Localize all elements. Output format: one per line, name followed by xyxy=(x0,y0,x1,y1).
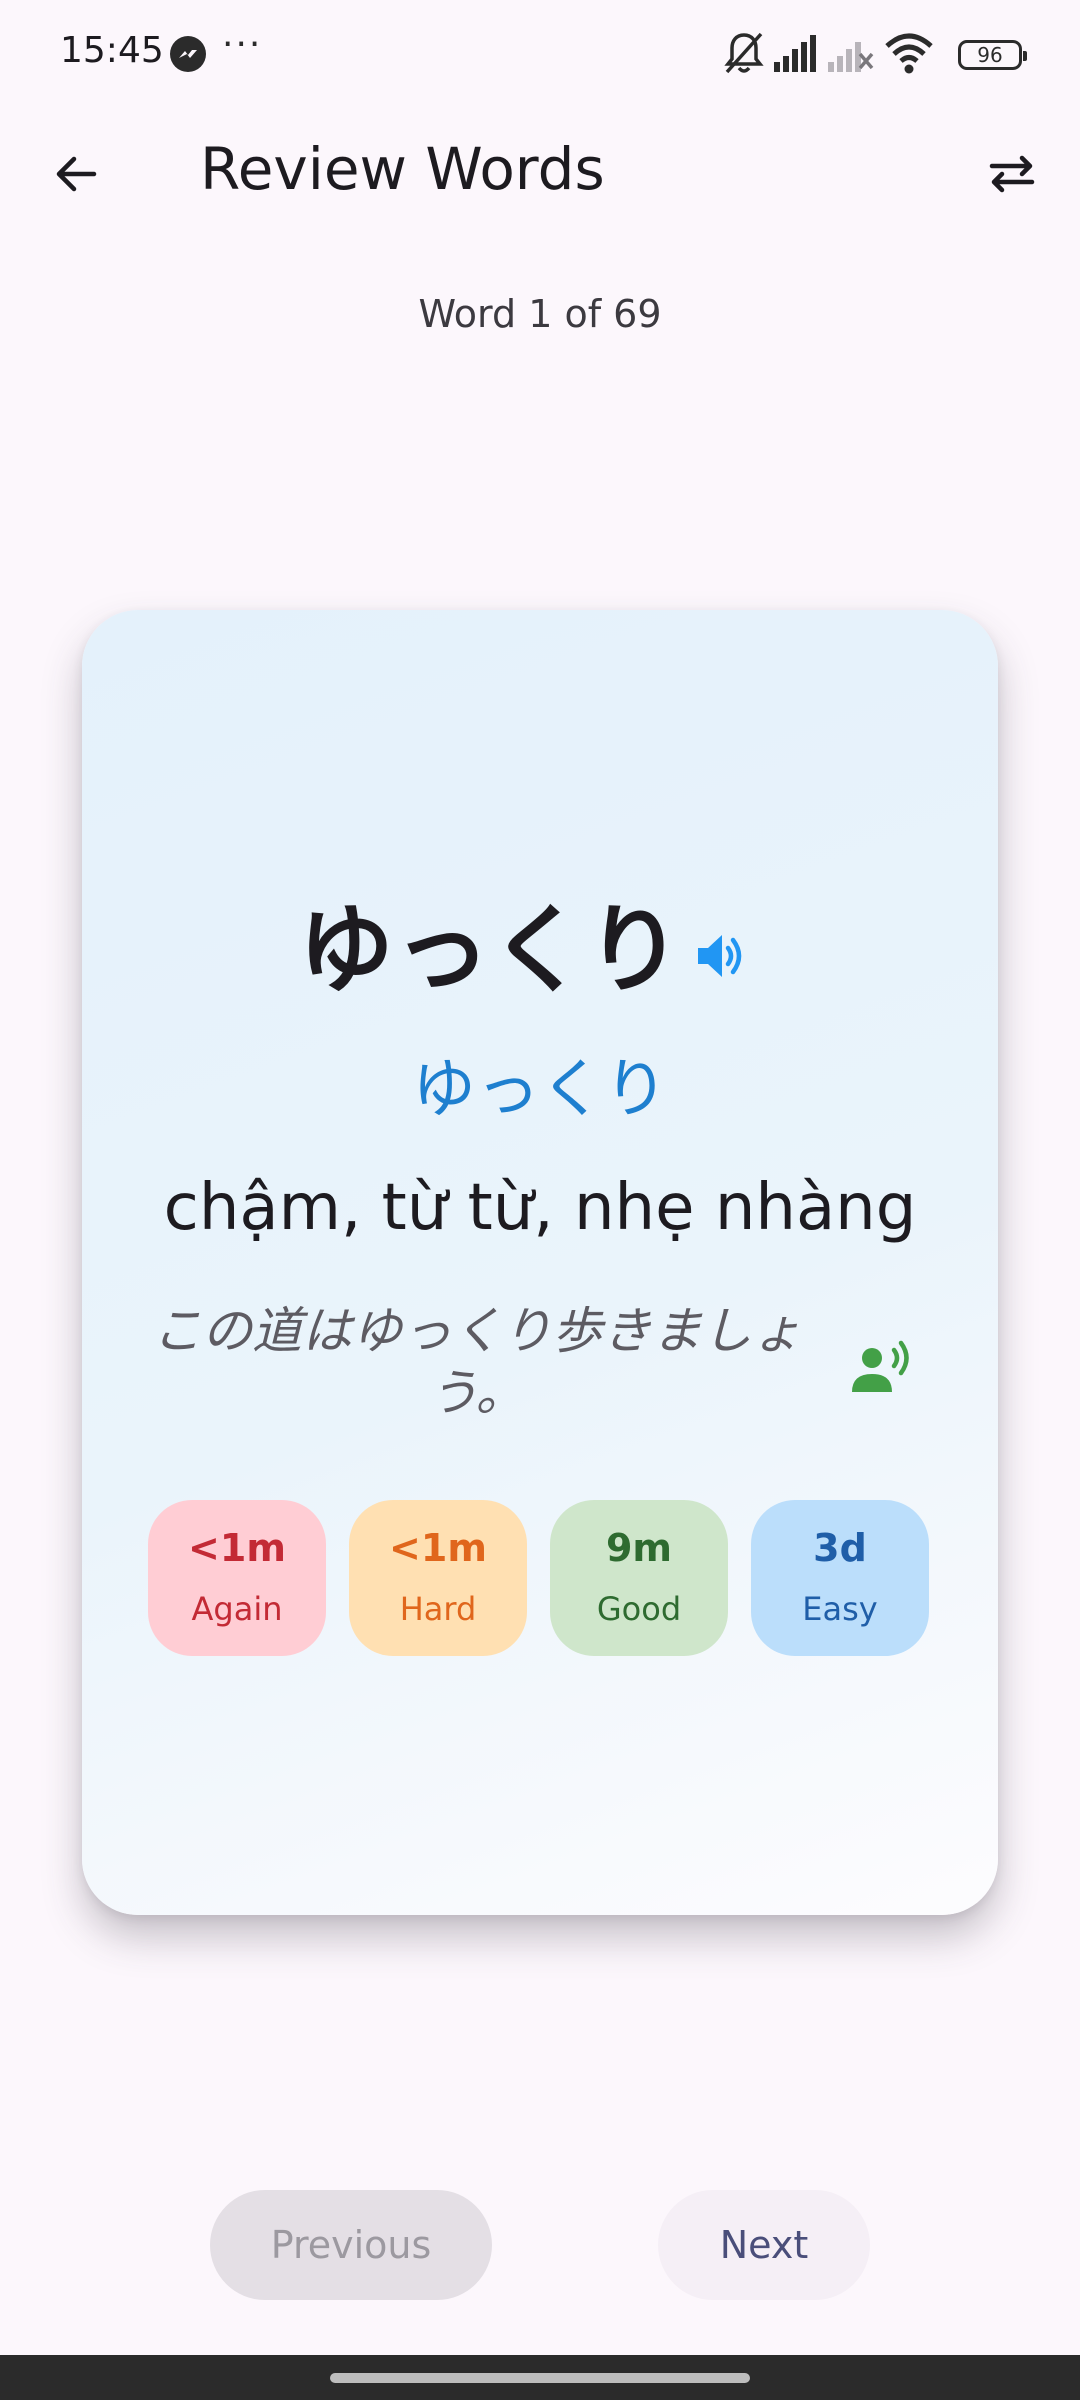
example-sentence: この道はゆっくり歩きましょう。 xyxy=(152,1302,802,1422)
word-meaning: chậm, từ từ, nhẹ nhàng xyxy=(163,1171,917,1245)
bell-off-icon xyxy=(724,32,764,74)
next-button[interactable]: Next xyxy=(658,2190,870,2300)
rating-interval: 3d xyxy=(813,1526,867,1570)
swap-icon xyxy=(989,155,1035,193)
word-text: ゆっくり xyxy=(298,894,682,1006)
rating-good-button[interactable]: 9m Good xyxy=(550,1500,728,1656)
gesture-bar xyxy=(0,2355,1080,2400)
rating-label: Hard xyxy=(399,1590,477,1628)
back-button[interactable] xyxy=(36,134,116,214)
rating-buttons: <1m Again <1m Hard 9m Good 3d Easy xyxy=(148,1500,932,1656)
rating-again-button[interactable]: <1m Again xyxy=(148,1500,326,1656)
signal-off-icon xyxy=(828,42,874,72)
status-time: 15:45 xyxy=(60,30,164,71)
battery-icon: 96 xyxy=(958,40,1027,70)
arrow-back-icon xyxy=(56,156,97,192)
rating-label: Good xyxy=(596,1590,682,1628)
speaker-icon xyxy=(698,935,742,977)
play-word-audio-button[interactable] xyxy=(682,916,762,996)
rating-hard-button[interactable]: <1m Hard xyxy=(349,1500,527,1656)
rating-label: Again xyxy=(191,1590,283,1628)
messenger-icon xyxy=(170,36,206,72)
word-reading: ゆっくり xyxy=(412,1053,668,1127)
swap-button[interactable] xyxy=(970,134,1050,214)
rating-easy-button[interactable]: 3d Easy xyxy=(751,1500,929,1656)
more-dots-icon: ··· xyxy=(222,24,263,65)
home-indicator[interactable] xyxy=(330,2373,750,2383)
wifi-icon xyxy=(885,33,933,74)
rating-interval: <1m xyxy=(188,1526,286,1570)
word-row: ゆっくり xyxy=(82,880,998,1020)
word-counter: Word 1 of 69 xyxy=(418,292,662,336)
app-bar: Review Words xyxy=(0,110,1080,230)
rating-interval: 9m xyxy=(605,1526,673,1570)
example-row: この道はゆっくり歩きましょう。 xyxy=(132,1300,952,1440)
rating-label: Easy xyxy=(802,1590,878,1628)
play-example-audio-button[interactable] xyxy=(842,1330,922,1410)
status-icons: 96 xyxy=(722,30,1027,80)
speaking-person-icon xyxy=(852,1340,909,1392)
rating-interval: <1m xyxy=(389,1526,487,1570)
flashcard[interactable]: ゆっくり ゆっくり chậm, từ từ, nhẹ nhàng この道はゆっく… xyxy=(82,610,998,1915)
signal-icon xyxy=(774,35,816,72)
status-bar: 15:45 ··· 96 xyxy=(0,0,1080,110)
previous-button[interactable]: Previous xyxy=(210,2190,492,2300)
battery-level: 96 xyxy=(977,43,1003,67)
page-title: Review Words xyxy=(200,135,605,203)
